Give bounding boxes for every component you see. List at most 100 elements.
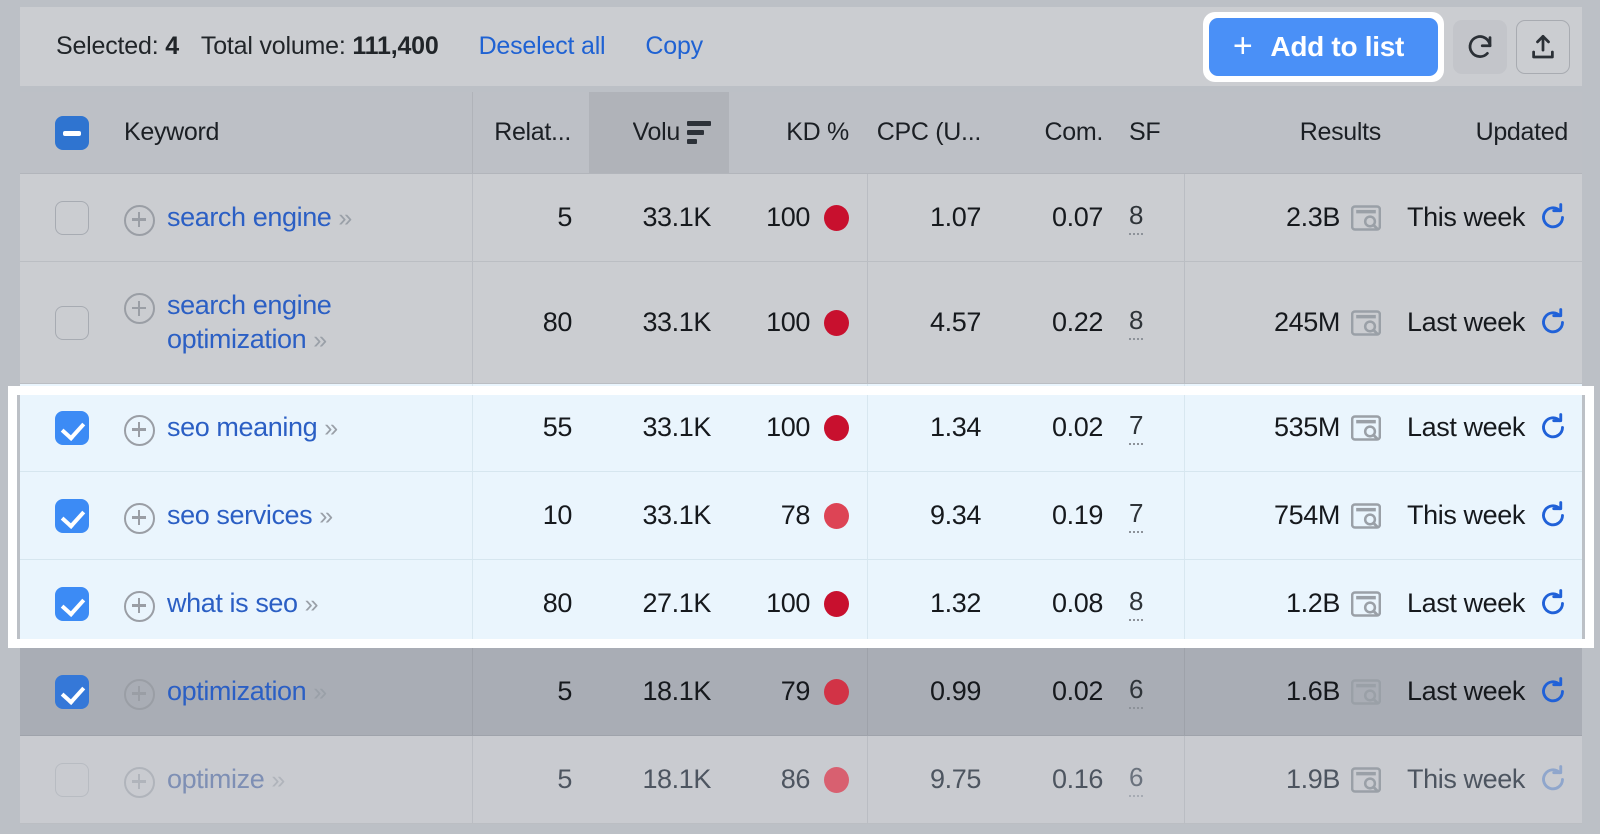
add-to-list-button[interactable]: + Add to list [1209, 18, 1438, 76]
row-refresh-icon[interactable] [1538, 501, 1568, 531]
sf-value[interactable]: 8 [1129, 586, 1143, 621]
sf-value[interactable]: 8 [1129, 200, 1143, 235]
header-results-label: Results [1300, 118, 1381, 147]
sf-value[interactable]: 8 [1129, 305, 1143, 340]
competition-cell: 0.02 [1001, 384, 1121, 471]
row-checkbox[interactable] [55, 499, 89, 533]
expand-chevron-icon[interactable]: » [319, 502, 332, 530]
plus-circle-icon[interactable] [124, 503, 155, 534]
expand-chevron-icon[interactable]: » [338, 204, 351, 232]
add-to-list-focus-ring: + Add to list [1203, 12, 1444, 82]
header-competition-label: Com. [1044, 118, 1103, 147]
keyword-link[interactable]: search engine» [167, 200, 351, 235]
plus-circle-icon[interactable] [124, 679, 155, 710]
keyword-table-screen: Selected: 4 Total volume: 111,400 Desele… [0, 0, 1600, 834]
expand-chevron-icon[interactable]: » [271, 766, 284, 794]
sf-cell: 8 [1121, 560, 1184, 647]
header-competition[interactable]: Com. [1001, 92, 1121, 173]
keyword-inner: optimize» [124, 762, 284, 798]
expand-chevron-icon[interactable]: » [313, 326, 326, 354]
cpc-cell: 9.34 [867, 472, 1001, 559]
relatedness-cell: 10 [473, 472, 590, 559]
sf-cell: 7 [1121, 384, 1184, 471]
expand-chevron-icon[interactable]: » [324, 414, 337, 442]
serp-preview-icon[interactable] [1351, 767, 1381, 793]
results-value: 1.9B [1286, 764, 1340, 795]
sf-value[interactable]: 7 [1129, 410, 1143, 445]
keyword-inner: search engine optimization» [124, 288, 462, 357]
plus-circle-icon[interactable] [124, 205, 155, 236]
table-row[interactable]: optimize» 5 18.1K 86 9.75 0.16 6 1.9B Th… [20, 736, 1582, 824]
row-checkbox[interactable] [55, 675, 89, 709]
total-volume-label: Total volume: 111,400 [201, 32, 439, 61]
select-all-checkbox[interactable] [55, 116, 89, 150]
keyword-link[interactable]: seo meaning» [167, 410, 337, 445]
expand-chevron-icon[interactable]: » [305, 590, 318, 618]
serp-preview-icon[interactable] [1351, 591, 1381, 617]
kd-difficulty-dot [824, 767, 849, 793]
header-relatedness[interactable]: Relat... [473, 92, 590, 173]
expand-chevron-icon[interactable]: » [313, 678, 326, 706]
deselect-all-link[interactable]: Deselect all [479, 32, 606, 61]
row-checkbox[interactable] [55, 763, 89, 797]
keyword-link[interactable]: what is seo» [167, 586, 318, 621]
updated-cell: This week [1395, 174, 1582, 261]
row-refresh-icon[interactable] [1538, 308, 1568, 338]
serp-preview-icon[interactable] [1351, 679, 1381, 705]
header-updated[interactable]: Updated [1395, 92, 1582, 173]
table-row[interactable]: search engine» 5 33.1K 100 1.07 0.07 8 2… [20, 174, 1582, 262]
header-cpc[interactable]: CPC (U... [867, 92, 1001, 173]
selected-label-text: Selected: [56, 32, 158, 60]
row-refresh-icon[interactable] [1538, 589, 1568, 619]
table-row[interactable]: what is seo» 80 27.1K 100 1.32 0.08 8 1.… [20, 560, 1582, 648]
sf-value[interactable]: 6 [1129, 762, 1143, 797]
row-checkbox[interactable] [55, 587, 89, 621]
keyword-cell: seo meaning» [124, 384, 473, 471]
kd-cell: 100 [729, 384, 867, 471]
serp-preview-icon[interactable] [1351, 415, 1381, 441]
row-refresh-icon[interactable] [1538, 413, 1568, 443]
results-value: 535M [1274, 412, 1340, 443]
relatedness-cell: 5 [473, 736, 590, 823]
row-select-cell [20, 472, 124, 559]
row-select-cell [20, 648, 124, 735]
plus-circle-icon[interactable] [124, 591, 155, 622]
competition-cell: 0.02 [1001, 648, 1121, 735]
copy-link[interactable]: Copy [645, 32, 703, 61]
kd-cell: 100 [729, 560, 867, 647]
row-refresh-icon[interactable] [1538, 677, 1568, 707]
table-row[interactable]: seo services» 10 33.1K 78 9.34 0.19 7 75… [20, 472, 1582, 560]
row-checkbox[interactable] [55, 411, 89, 445]
row-checkbox[interactable] [55, 201, 89, 235]
export-button[interactable] [1516, 20, 1570, 74]
row-refresh-icon[interactable] [1538, 765, 1568, 795]
header-kd[interactable]: KD % [729, 92, 867, 173]
row-checkbox[interactable] [55, 306, 89, 340]
keyword-link[interactable]: optimization» [167, 674, 326, 709]
sf-value[interactable]: 7 [1129, 498, 1143, 533]
table-row[interactable]: seo meaning» 55 33.1K 100 1.34 0.02 7 53… [20, 384, 1582, 472]
table-row[interactable]: optimization» 5 18.1K 79 0.99 0.02 6 1.6… [20, 648, 1582, 736]
sf-value[interactable]: 6 [1129, 674, 1143, 709]
serp-preview-icon[interactable] [1351, 503, 1381, 529]
volume-cell: 18.1K [590, 648, 729, 735]
keyword-inner: search engine» [124, 200, 351, 236]
sort-descending-icon[interactable] [687, 121, 711, 144]
header-results[interactable]: Results [1184, 92, 1395, 173]
serp-preview-icon[interactable] [1351, 310, 1381, 336]
keyword-link[interactable]: seo services» [167, 498, 332, 533]
table-row[interactable]: search engine optimization» 80 33.1K 100… [20, 262, 1582, 384]
plus-circle-icon[interactable] [124, 293, 155, 324]
refresh-button[interactable] [1453, 20, 1507, 74]
keyword-link[interactable]: search engine optimization» [167, 288, 462, 357]
plus-circle-icon[interactable] [124, 767, 155, 798]
header-keyword[interactable]: Keyword [124, 92, 473, 173]
serp-preview-icon[interactable] [1351, 205, 1381, 231]
row-refresh-icon[interactable] [1538, 203, 1568, 233]
header-sf[interactable]: SF [1121, 92, 1184, 173]
plus-circle-icon[interactable] [124, 415, 155, 446]
total-volume-value: 111,400 [352, 32, 438, 60]
keyword-link[interactable]: optimize» [167, 762, 284, 797]
header-volume[interactable]: Volu [590, 92, 729, 173]
export-upload-icon [1528, 32, 1558, 62]
